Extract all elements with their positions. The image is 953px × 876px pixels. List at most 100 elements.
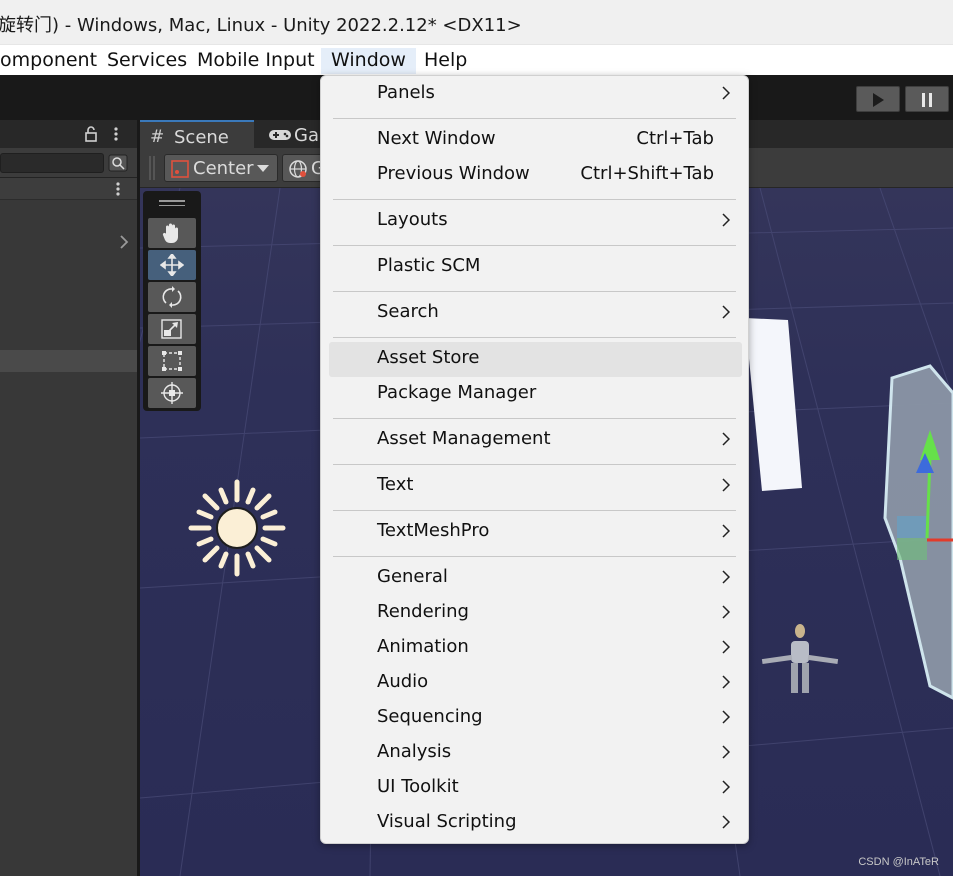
menu-item-label: Panels <box>377 82 435 103</box>
hierarchy-search-row <box>0 148 137 178</box>
menu-item-label: Visual Scripting <box>377 811 517 832</box>
menu-item-label: Sequencing <box>377 706 483 727</box>
hierarchy-selected-row[interactable] <box>0 350 137 372</box>
chevron-right-icon[interactable] <box>119 234 129 250</box>
menu-item-plastic-scm[interactable]: Plastic SCM <box>329 250 742 285</box>
watermark: CSDN @InATeR <box>858 856 939 868</box>
move-arrows-icon <box>160 254 184 276</box>
menu-item-textmeshpro[interactable]: TextMeshPro <box>329 515 742 550</box>
menu-separator <box>333 291 736 292</box>
tab-scene-label: Scene <box>174 127 229 148</box>
menu-item-rendering[interactable]: Rendering <box>329 596 742 631</box>
menu-help[interactable]: Help <box>414 48 477 74</box>
menu-item-asset-store[interactable]: Asset Store <box>329 342 742 377</box>
kebab-menu-icon[interactable] <box>115 181 121 197</box>
rotate-tool-button[interactable] <box>148 282 196 312</box>
window-menu-dropdown: Panels Next Window Ctrl+Tab Previous Win… <box>320 75 749 844</box>
pause-icon <box>922 93 932 107</box>
chevron-right-icon <box>722 213 730 227</box>
globe-icon <box>289 160 307 178</box>
scene-tools-overlay <box>143 191 201 411</box>
menu-item-label: Asset Store <box>377 347 480 368</box>
menu-item-panels[interactable]: Panels <box>329 77 742 112</box>
menu-item-audio[interactable]: Audio <box>329 666 742 701</box>
wall-object <box>745 318 802 491</box>
character-model <box>761 624 839 693</box>
hierarchy-panel <box>0 120 137 876</box>
menu-item-shortcut: Ctrl+Tab <box>636 128 714 149</box>
pivot-icon <box>171 160 189 178</box>
menu-separator <box>333 556 736 557</box>
menu-item-previous-window[interactable]: Previous Window Ctrl+Shift+Tab <box>329 158 742 193</box>
menu-item-layouts[interactable]: Layouts <box>329 204 742 239</box>
move-tool-button[interactable] <box>148 250 196 280</box>
chevron-right-icon <box>722 640 730 654</box>
hand-tool-button[interactable] <box>148 218 196 248</box>
chevron-right-icon <box>722 478 730 492</box>
menu-item-next-window[interactable]: Next Window Ctrl+Tab <box>329 123 742 158</box>
window-title: 旋转门) - Windows, Mac, Linux - Unity 2022.… <box>0 15 522 36</box>
menu-item-label: Package Manager <box>377 382 537 403</box>
menu-separator <box>333 464 736 465</box>
menu-item-search[interactable]: Search <box>329 296 742 331</box>
play-icon <box>873 93 884 107</box>
transform-icon <box>161 382 183 404</box>
lock-icon[interactable] <box>84 126 98 142</box>
menu-item-label: UI Toolkit <box>377 776 459 797</box>
menu-item-text[interactable]: Text <box>329 469 742 504</box>
drag-handle[interactable] <box>149 156 155 180</box>
chevron-right-icon <box>722 710 730 724</box>
chevron-right-icon <box>722 780 730 794</box>
transform-tool-button[interactable] <box>148 378 196 408</box>
menu-window[interactable]: Window <box>321 48 416 74</box>
chevron-right-icon <box>722 815 730 829</box>
menu-item-label: Animation <box>377 636 469 657</box>
menu-item-asset-management[interactable]: Asset Management <box>329 423 742 458</box>
menu-component[interactable]: omponent <box>0 48 107 74</box>
hierarchy-search-input[interactable] <box>0 153 104 173</box>
directional-light-gizmo <box>188 479 286 577</box>
scale-tool-button[interactable] <box>148 314 196 344</box>
menu-item-analysis[interactable]: Analysis <box>329 736 742 771</box>
tab-scene[interactable]: # Scene <box>140 120 254 148</box>
menu-separator <box>333 418 736 419</box>
menu-item-label: Search <box>377 301 439 322</box>
rect-transform-icon <box>162 351 182 371</box>
menu-item-ui-toolkit[interactable]: UI Toolkit <box>329 771 742 806</box>
search-options-icon[interactable] <box>108 154 128 172</box>
menu-item-general[interactable]: General <box>329 561 742 596</box>
overlay-drag-handle[interactable] <box>159 200 185 202</box>
menu-item-animation[interactable]: Animation <box>329 631 742 666</box>
chevron-down-icon <box>257 165 269 172</box>
window-titlebar: 旋转门) - Windows, Mac, Linux - Unity 2022.… <box>0 0 953 45</box>
pivot-center-dropdown[interactable]: Center <box>164 154 278 182</box>
menu-item-sequencing[interactable]: Sequencing <box>329 701 742 736</box>
menu-item-label: Analysis <box>377 741 452 762</box>
hierarchy-header <box>0 120 137 148</box>
menu-item-visual-scripting[interactable]: Visual Scripting <box>329 806 742 841</box>
scale-icon <box>161 319 182 339</box>
hand-icon <box>162 223 178 243</box>
rect-tool-button[interactable] <box>148 346 196 376</box>
hierarchy-scene-row[interactable] <box>0 178 137 200</box>
menu-item-label: Text <box>377 474 414 495</box>
pause-button[interactable] <box>905 86 949 112</box>
overlay-drag-handle-line <box>159 205 185 206</box>
menu-item-label: Plastic SCM <box>377 255 481 276</box>
menu-separator <box>333 337 736 338</box>
menu-item-label: Previous Window <box>377 163 530 184</box>
chevron-right-icon <box>722 432 730 446</box>
tab-game-label: Ga <box>294 125 319 146</box>
menu-item-label: TextMeshPro <box>377 520 490 541</box>
menu-separator <box>333 199 736 200</box>
menu-services[interactable]: Services <box>97 48 197 74</box>
menu-item-label: Rendering <box>377 601 469 622</box>
menu-separator <box>333 245 736 246</box>
menu-item-label: Asset Management <box>377 428 551 449</box>
chevron-right-icon <box>722 605 730 619</box>
play-button[interactable] <box>856 86 900 112</box>
menu-item-package-manager[interactable]: Package Manager <box>329 377 742 412</box>
main-menubar: omponent Services Mobile Input Window He… <box>0 45 953 75</box>
menu-mobile-input[interactable]: Mobile Input <box>187 48 325 74</box>
kebab-menu-icon[interactable] <box>113 126 119 142</box>
